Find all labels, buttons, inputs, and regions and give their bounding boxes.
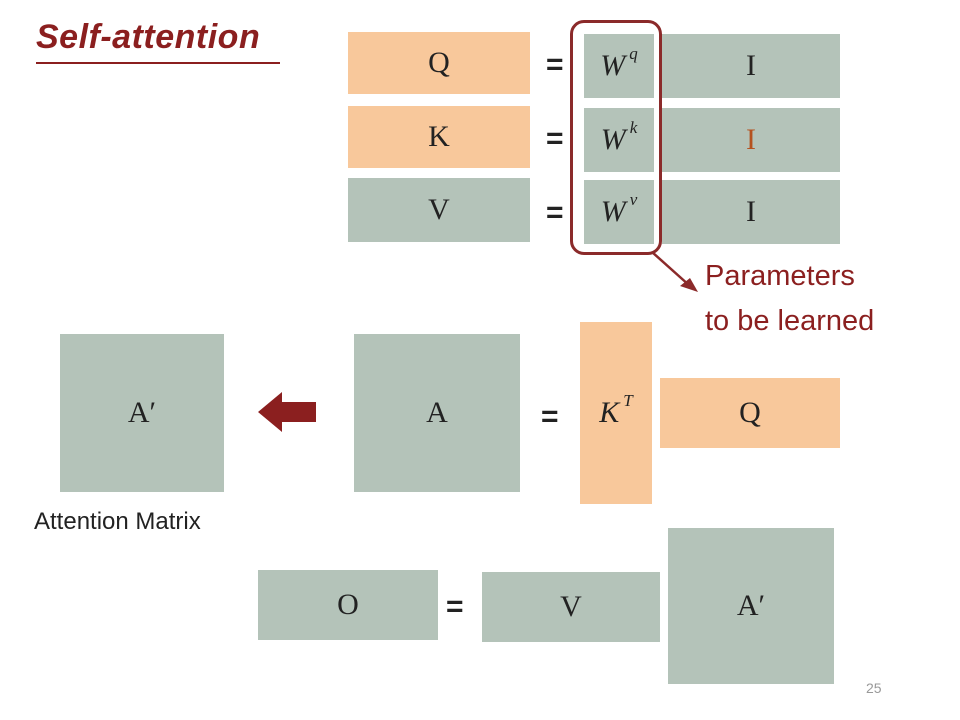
pointer-arrow-icon — [651, 251, 698, 292]
attention-matrix-label: Attention Matrix — [34, 508, 201, 535]
v-label: V — [428, 193, 450, 226]
k-block: K — [348, 106, 530, 168]
v-block-bottom: V — [482, 572, 660, 642]
parameters-note: Parameters to be learned — [705, 254, 874, 344]
o-block: O — [258, 570, 438, 640]
input-block: I — [662, 180, 840, 244]
v-label: V — [560, 590, 582, 623]
equals-sign: = — [446, 590, 464, 623]
k-label: K — [428, 120, 450, 153]
a-label: A — [426, 396, 448, 429]
k-transpose-block: KT — [580, 322, 652, 504]
title-underline — [36, 62, 280, 64]
equals-sign: = — [546, 122, 564, 155]
q-block: Q — [348, 32, 530, 94]
a-prime-label: A′ — [127, 396, 157, 429]
parameters-note-line: to be learned — [705, 305, 875, 337]
parameter-highlight-box — [570, 20, 662, 255]
a-prime-label: A′ — [736, 589, 766, 622]
q-label: Q — [739, 396, 761, 429]
input-block: I — [662, 108, 840, 172]
slide-title: Self-attention — [36, 18, 261, 56]
equals-sign: = — [546, 196, 564, 229]
k-transpose-superscript: T — [623, 391, 633, 410]
o-label: O — [337, 588, 359, 621]
input-block: I — [662, 34, 840, 98]
input-label: I — [746, 195, 756, 228]
equals-sign: = — [546, 48, 564, 81]
input-label: I — [746, 49, 756, 82]
page-number: 25 — [866, 680, 882, 696]
equals-sign: = — [541, 400, 559, 433]
a-block: A — [354, 334, 520, 492]
left-arrow-icon — [258, 392, 316, 432]
a-prime-block: A′ — [60, 334, 224, 492]
q-block-middle: Q — [660, 378, 840, 448]
input-label: I — [746, 123, 756, 156]
v-block: V — [348, 178, 530, 242]
parameters-note-line: Parameters — [705, 260, 855, 292]
a-prime-block-bottom: A′ — [668, 528, 834, 684]
k-transpose-label: K — [599, 396, 620, 429]
q-label: Q — [428, 46, 450, 79]
